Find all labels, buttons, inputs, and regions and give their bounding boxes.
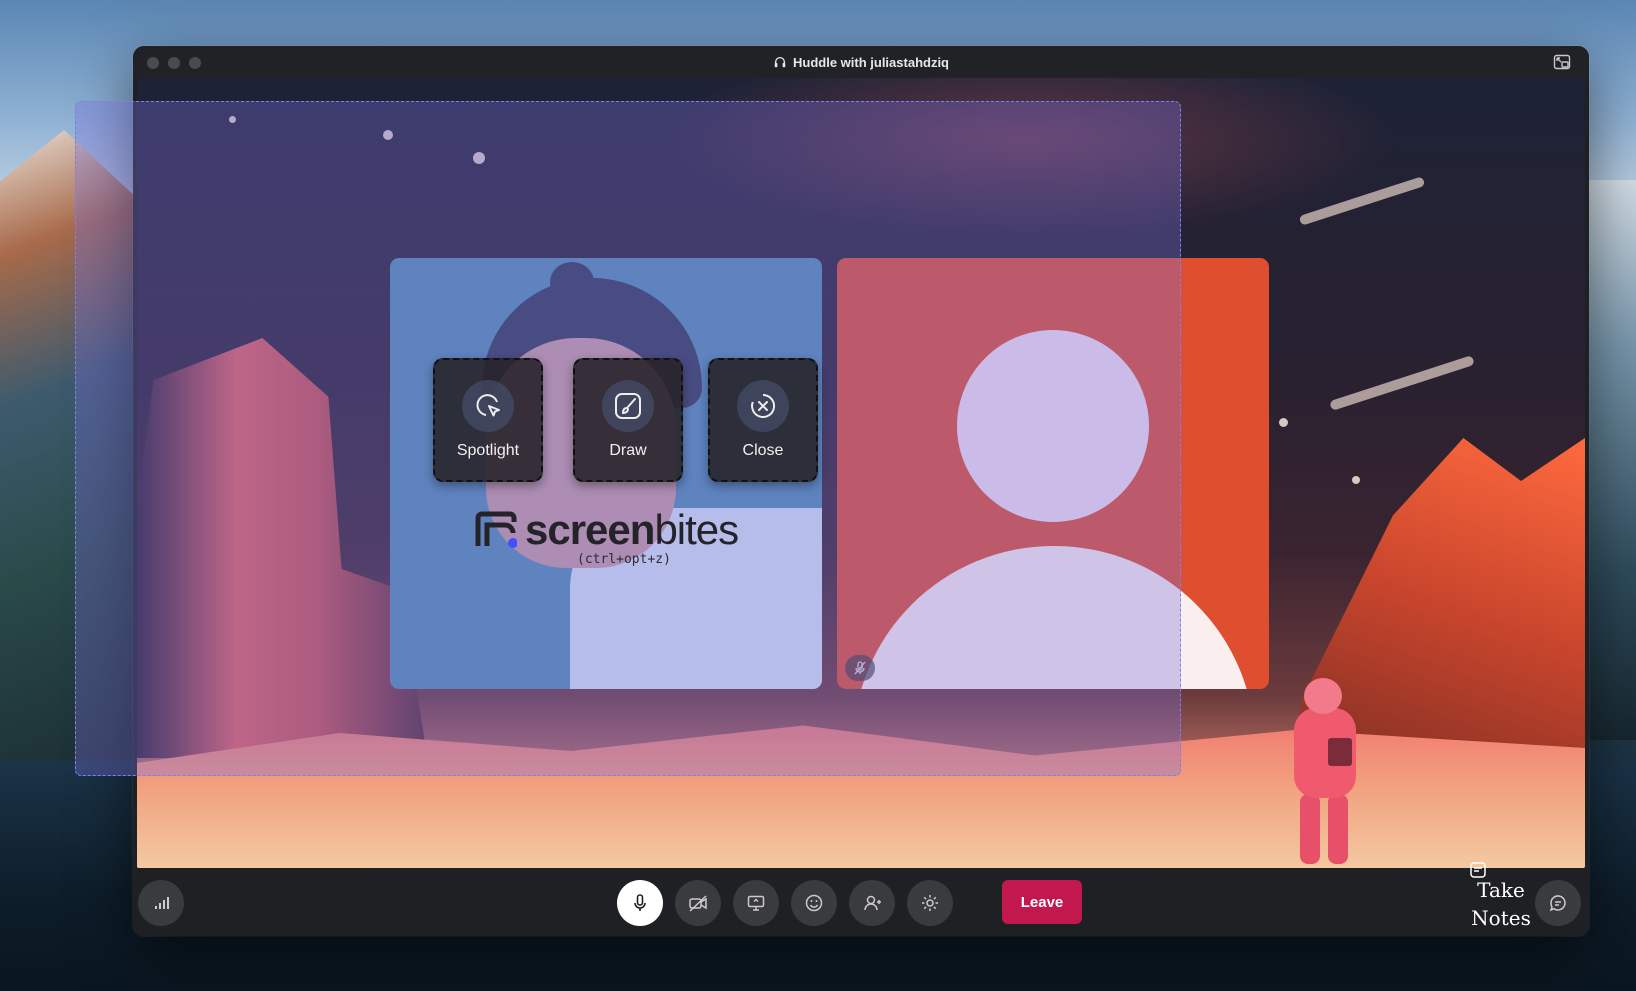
screenbites-logo xyxy=(475,511,518,549)
microphone-toggle-button[interactable] xyxy=(617,880,663,926)
window-title: Huddle with juliastahdziq xyxy=(793,54,949,70)
brush-icon xyxy=(615,393,641,419)
spotlight-label: Spotlight xyxy=(456,442,520,459)
screenbites-watermark: screenbites xyxy=(475,506,739,554)
popout-icon[interactable] xyxy=(1553,53,1571,71)
reactions-button[interactable] xyxy=(791,880,837,926)
title-bar: Huddle with juliastahdziq xyxy=(133,46,1589,78)
brand-suffix: bites xyxy=(654,506,739,553)
microphone-icon xyxy=(634,894,646,911)
invite-person-icon xyxy=(864,895,881,911)
astronaut-chest-pack xyxy=(1328,738,1352,766)
invite-people-button[interactable] xyxy=(849,880,895,926)
chat-thread-icon xyxy=(1549,895,1566,912)
spotlight-icon-wrap xyxy=(462,380,514,432)
headphones-icon xyxy=(774,56,786,68)
brand-wordmark: screenbites xyxy=(525,506,739,554)
huddle-thread-button[interactable] xyxy=(1535,880,1581,926)
leave-huddle-button[interactable]: Leave xyxy=(1002,880,1082,924)
huddle-toolbar: Leave Take Notes xyxy=(133,862,1589,936)
signal-bars-icon xyxy=(155,897,169,909)
close-circle-icon xyxy=(751,393,775,418)
zoom-window-button[interactable] xyxy=(189,57,201,69)
background-streak xyxy=(1329,355,1475,411)
window-controls xyxy=(147,57,201,69)
camera-off-icon xyxy=(689,895,707,912)
astronaut-leg xyxy=(1328,794,1348,864)
settings-button[interactable] xyxy=(907,880,953,926)
background-star xyxy=(1279,418,1288,427)
minimize-window-button[interactable] xyxy=(168,57,180,69)
emoji-icon xyxy=(805,894,823,912)
close-window-button[interactable] xyxy=(147,57,159,69)
window-title-group: Huddle with juliastahdziq xyxy=(773,55,949,70)
brand-prefix: screen xyxy=(525,506,655,553)
spotlight-cursor-icon xyxy=(476,394,500,417)
connection-stats-button[interactable] xyxy=(138,880,184,926)
share-screen-button[interactable] xyxy=(733,880,779,926)
draw-label: Draw xyxy=(609,442,647,459)
draw-icon-wrap xyxy=(602,380,654,432)
settings-gear-icon xyxy=(922,895,938,911)
screenbites-logo-mark-icon xyxy=(475,511,518,548)
astronaut-helmet xyxy=(1304,678,1342,714)
astronaut-leg xyxy=(1300,794,1320,864)
close-label: Close xyxy=(742,442,784,459)
screen-share-icon xyxy=(747,895,765,911)
camera-toggle-button[interactable] xyxy=(675,880,721,926)
close-tool-button[interactable]: Close xyxy=(708,358,818,482)
take-notes-button[interactable]: Take Notes xyxy=(1469,876,1533,932)
background-astronaut xyxy=(1290,678,1360,868)
close-icon-wrap xyxy=(737,380,789,432)
draw-tool-button[interactable]: Draw xyxy=(573,358,683,482)
background-star xyxy=(1352,476,1360,484)
keyboard-shortcut-hint: (ctrl+opt+z) xyxy=(577,552,671,567)
spotlight-tool-button[interactable]: Spotlight xyxy=(433,358,543,482)
